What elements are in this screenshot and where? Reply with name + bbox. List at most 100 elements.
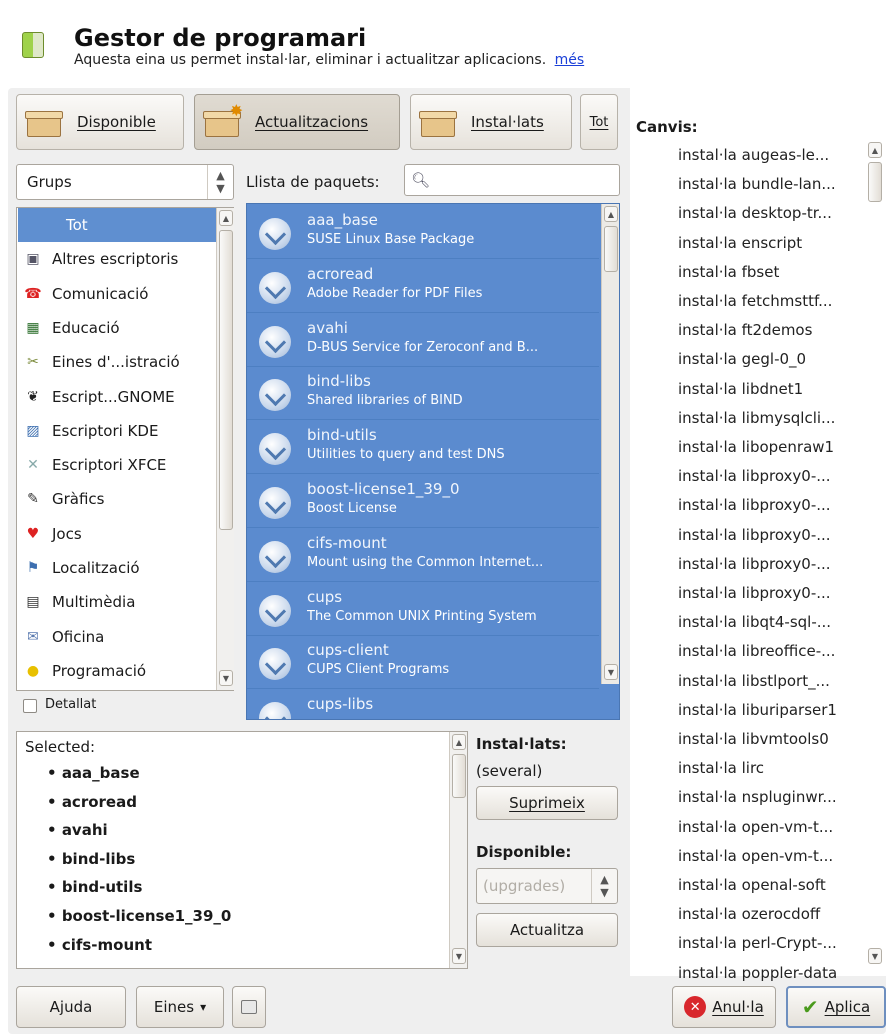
tab-available[interactable]: Disponible — [16, 94, 184, 150]
change-item[interactable]: instal·la libproxy0-... — [678, 526, 831, 544]
package-row[interactable]: cups-client CUPS Client Programs — [247, 635, 599, 690]
package-row[interactable]: aaa_base SUSE Linux Base Package — [247, 205, 599, 259]
remove-button[interactable]: Suprimeix — [476, 786, 618, 820]
group-item[interactable]: ▣ Altres escriptoris — [18, 242, 217, 276]
packages-scrollbar[interactable]: ▲ ▼ — [601, 204, 619, 684]
package-description: CUPS Client Programs — [307, 662, 450, 678]
package-row[interactable]: cups-libs — [247, 689, 599, 719]
scroll-thumb[interactable] — [452, 754, 466, 798]
scroll-thumb[interactable] — [219, 230, 233, 530]
terminal-button[interactable] — [232, 986, 266, 1028]
package-row[interactable]: avahi D-BUS Service for Zeroconf and B... — [247, 313, 599, 367]
help-button[interactable]: Ajuda — [16, 986, 126, 1028]
change-item[interactable]: instal·la libstlport_... — [678, 672, 830, 690]
group-item[interactable]: ▦ Educació — [18, 311, 217, 345]
cancel-button-label: Anul·la — [712, 998, 764, 1016]
group-item-label: Tot — [66, 216, 88, 234]
update-button-label: Actualitza — [509, 921, 585, 939]
details-scrollbar[interactable]: ▲ ▼ — [449, 732, 467, 968]
group-item[interactable]: ♥ Jocs — [18, 517, 217, 551]
tab-updates[interactable]: ✸ Actualitzacions — [194, 94, 400, 150]
change-item[interactable]: instal·la enscript — [678, 234, 802, 252]
change-item[interactable]: instal·la libproxy0-... — [678, 496, 831, 514]
brush-icon: ✎ — [27, 491, 39, 508]
change-item[interactable]: instal·la ozerocdoff — [678, 905, 820, 923]
change-item[interactable]: instal·la libdnet1 — [678, 380, 803, 398]
change-item[interactable]: instal·la open-vm-t... — [678, 818, 833, 836]
package-row[interactable]: bind-utils Utilities to query and test DN… — [247, 420, 599, 475]
group-item[interactable]: ● Programació — [18, 654, 217, 688]
change-item[interactable]: instal·la nspluginwr... — [678, 788, 837, 806]
apply-button[interactable]: ✔ Aplica — [786, 986, 886, 1028]
change-item[interactable]: instal·la libvmtools0 — [678, 730, 829, 748]
tab-all[interactable]: Tot — [580, 94, 618, 150]
selected-package-item: • bind-libs — [47, 850, 135, 868]
change-item[interactable]: instal·la openal-soft — [678, 876, 826, 894]
update-button[interactable]: Actualitza — [476, 913, 618, 947]
change-item[interactable]: instal·la fetchmsttf... — [678, 292, 832, 310]
package-row[interactable]: cups The Common UNIX Printing System — [247, 582, 599, 636]
change-item[interactable]: instal·la libproxy0-... — [678, 467, 831, 485]
clapperboard-icon: ▤ — [26, 594, 40, 611]
package-description: Utilities to query and test DNS — [307, 447, 505, 463]
groups-scrollbar[interactable]: ▲ ▼ — [216, 208, 234, 690]
cancel-button[interactable]: ✕ Anul·la — [672, 986, 776, 1028]
change-item[interactable]: instal·la libproxy0-... — [678, 555, 831, 573]
package-row[interactable]: cifs-mount Mount using the Common Interne… — [247, 528, 599, 582]
package-search-input[interactable]: 🔍︎ — [404, 164, 620, 196]
phone-icon: ☎ — [24, 285, 42, 302]
change-item[interactable]: instal·la libopenraw1 — [678, 438, 834, 456]
group-item[interactable]: ✕ Escriptori XFCE — [18, 448, 217, 482]
tools-button[interactable]: Eines ▾ — [136, 986, 224, 1028]
scroll-thumb[interactable] — [868, 162, 882, 202]
scroll-up-icon[interactable]: ▲ — [868, 142, 882, 158]
scroll-down-icon[interactable]: ▼ — [452, 948, 466, 964]
change-item[interactable]: instal·la libmysqlcli... — [678, 409, 835, 427]
change-item[interactable]: instal·la open-vm-t... — [678, 847, 833, 865]
scroll-down-icon[interactable]: ▼ — [219, 670, 233, 686]
scroll-down-icon[interactable]: ▼ — [604, 664, 618, 680]
change-item[interactable]: instal·la bundle-lan... — [678, 175, 836, 193]
details-title: Selected: — [25, 738, 96, 756]
scroll-up-icon[interactable]: ▲ — [604, 206, 618, 222]
group-item[interactable]: ✂ Eines d'...istració — [18, 345, 217, 379]
change-item[interactable]: instal·la augeas-le... — [678, 146, 829, 164]
group-item-label: Multimèdia — [52, 593, 136, 612]
group-item[interactable]: ✉ Oficina — [18, 620, 217, 654]
package-row[interactable]: boost-license1_39_0 Boost License — [247, 474, 599, 528]
package-row[interactable]: bind-libs Shared libraries of BIND — [247, 366, 599, 421]
scroll-down-icon[interactable]: ▼ — [868, 948, 882, 964]
change-item[interactable]: instal·la libproxy0-... — [678, 584, 831, 602]
change-item[interactable]: instal·la libqt4-sql-... — [678, 613, 831, 631]
change-item[interactable]: instal·la libreoffice-... — [678, 642, 835, 660]
tab-installed[interactable]: Instal·lats — [410, 94, 572, 150]
package-update-icon — [259, 594, 291, 627]
change-item[interactable]: instal·la fbset — [678, 263, 779, 281]
change-item[interactable]: instal·la liburiparser1 — [678, 701, 837, 719]
change-item[interactable]: instal·la gegl-0_0 — [678, 350, 806, 368]
more-link[interactable]: més — [555, 52, 585, 68]
change-item[interactable]: instal·la desktop-tr... — [678, 204, 832, 222]
scroll-thumb[interactable] — [604, 226, 618, 272]
group-item[interactable]: ❦ Escript...GNOME — [18, 380, 217, 414]
group-item[interactable]: ▨ Escriptori KDE — [18, 414, 217, 448]
available-versions-combo[interactable]: (upgrades) ▲ ▼ — [476, 868, 618, 904]
scroll-up-icon[interactable]: ▲ — [452, 734, 466, 750]
scroll-up-icon[interactable]: ▲ — [219, 210, 233, 226]
changes-scrollbar[interactable]: ▲ ▼ — [866, 140, 884, 966]
group-item[interactable]: Tot — [18, 208, 217, 242]
group-item[interactable]: ▤ Multimèdia — [18, 585, 217, 619]
group-item[interactable]: ⚑ Localització — [18, 551, 217, 585]
change-item[interactable]: instal·la ft2demos — [678, 321, 812, 339]
group-item[interactable]: ✎ Gràfics — [18, 482, 217, 516]
group-item[interactable]: ☎ Comunicació — [18, 277, 217, 311]
groups-combo[interactable]: Grups ▲ ▼ — [16, 164, 234, 200]
package-name: acroread — [307, 264, 374, 283]
change-item[interactable]: instal·la perl-Crypt-... — [678, 934, 837, 952]
checkmark-icon: ✔ — [801, 995, 819, 1019]
package-row[interactable]: acroread Adobe Reader for PDF Files — [247, 259, 599, 313]
change-item[interactable]: instal·la poppler-data — [678, 964, 837, 982]
selected-package-item: • cifs-mount — [47, 936, 152, 954]
change-item[interactable]: instal·la lirc — [678, 759, 764, 777]
detailed-checkbox[interactable] — [23, 699, 37, 713]
